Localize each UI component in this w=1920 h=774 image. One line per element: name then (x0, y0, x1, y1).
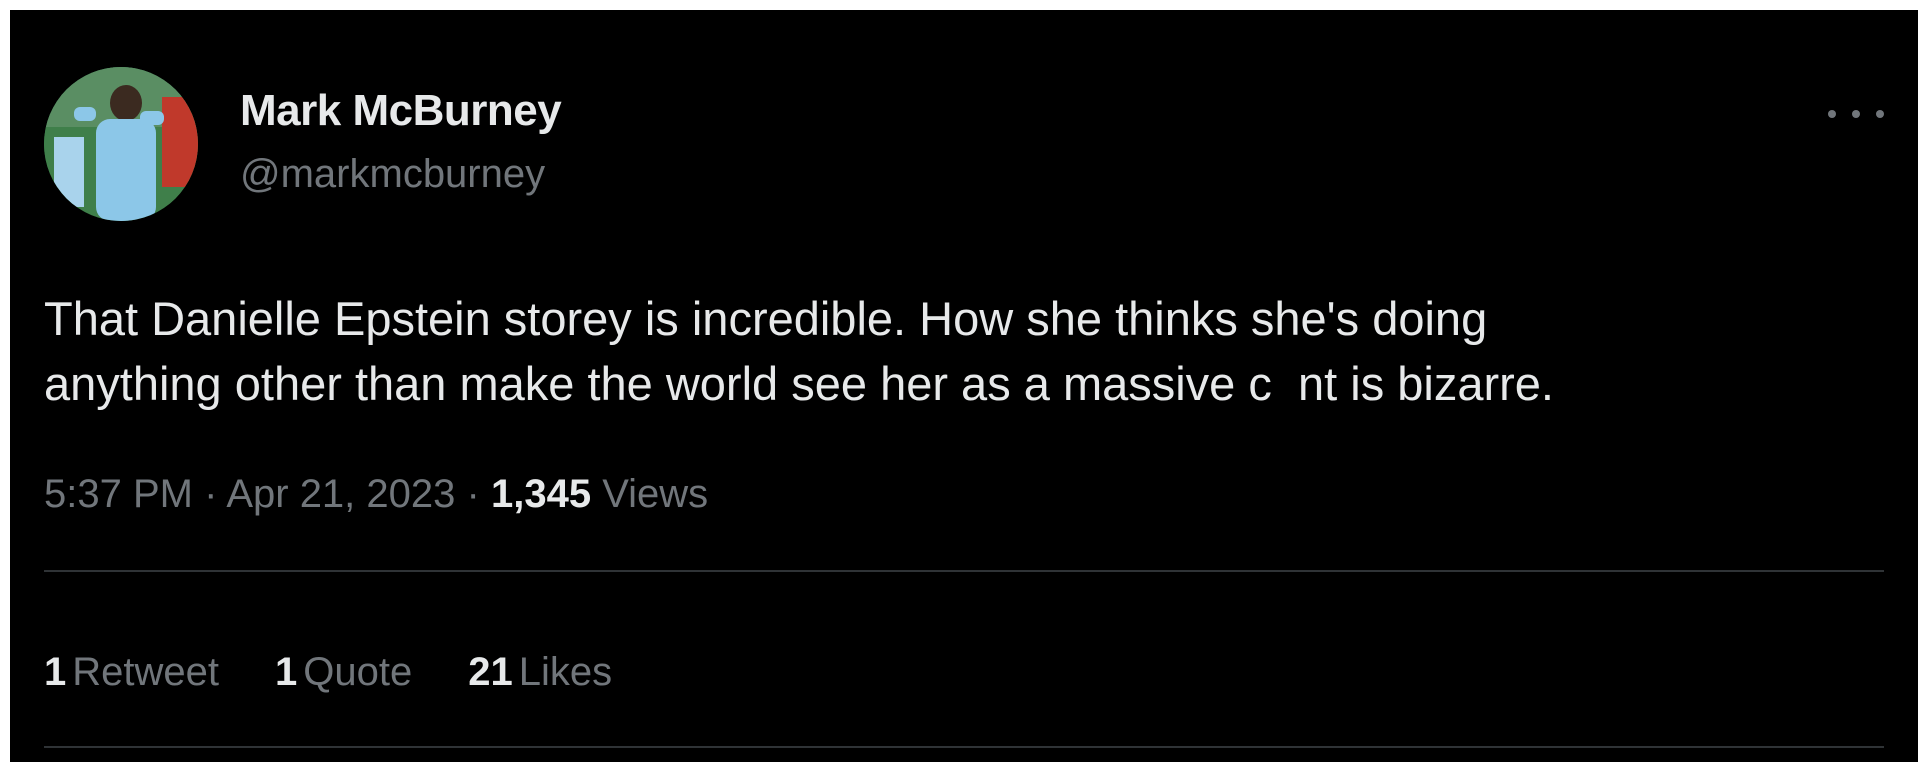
retweets-label: Retweet (72, 650, 219, 694)
quotes-stat[interactable]: 1 Quote (275, 650, 412, 695)
meta-separator: · (466, 472, 480, 516)
views-label: Views (602, 472, 709, 516)
more-dot (1828, 110, 1836, 118)
tweet-time[interactable]: 5:37 PM (44, 472, 193, 516)
meta-separator: · (204, 472, 218, 516)
more-dot (1876, 110, 1884, 118)
tweet-card: Mark McBurney @markmcburney That Daniell… (10, 10, 1918, 762)
avatar-photo (44, 67, 198, 221)
likes-stat[interactable]: 21 Likes (468, 650, 612, 695)
retweets-count: 1 (44, 650, 67, 694)
tweet-date[interactable]: Apr 21, 2023 (226, 472, 455, 516)
tweet-meta: 5:37 PM · Apr 21, 2023 · 1,345 Views (44, 472, 708, 517)
more-dot (1852, 110, 1860, 118)
quotes-count: 1 (275, 650, 298, 694)
engagement-stats: 1 Retweet 1 Quote 21 Likes (44, 650, 668, 695)
author-name[interactable]: Mark McBurney (240, 86, 562, 136)
author-handle[interactable]: @markmcburney (240, 152, 545, 197)
avatar[interactable] (44, 67, 198, 221)
more-options-icon[interactable] (1828, 102, 1884, 126)
divider (44, 570, 1884, 572)
tweet-text: That Danielle Epstein storey is incredib… (44, 292, 1554, 410)
retweets-stat[interactable]: 1 Retweet (44, 650, 219, 695)
likes-label: Likes (518, 650, 613, 694)
views-count: 1,345 (490, 472, 592, 516)
likes-count: 21 (468, 650, 513, 694)
quotes-label: Quote (303, 650, 413, 694)
divider (44, 746, 1884, 748)
